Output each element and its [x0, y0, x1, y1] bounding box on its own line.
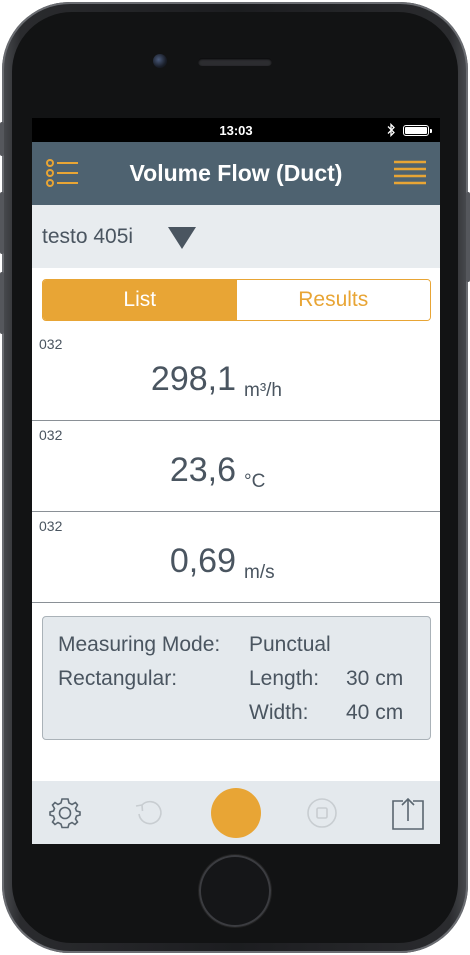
- volume-up-button: [0, 192, 4, 254]
- undo-icon[interactable]: [133, 797, 165, 829]
- reading-unit: °C: [244, 471, 266, 492]
- nav-bar: Volume Flow (Duct): [32, 142, 440, 205]
- width-label: Width:: [249, 701, 309, 724]
- width-value: 40 cm: [346, 701, 404, 724]
- bluetooth-icon: [387, 123, 395, 137]
- channel-label: 032: [39, 518, 63, 534]
- status-bar: 13:03: [32, 118, 440, 142]
- bottom-toolbar: [32, 781, 440, 844]
- gear-icon[interactable]: [48, 796, 82, 830]
- reading-row: 032 23,6 °C: [32, 421, 440, 512]
- length-label: Length:: [249, 667, 320, 690]
- app-screen: 13:03 Volume Flow (Duct) testo 405i List…: [32, 118, 440, 844]
- view-tabs: List Results: [42, 279, 431, 321]
- measuring-mode-label: Measuring Mode:: [58, 633, 221, 656]
- power-button: [466, 192, 470, 282]
- earpiece-speaker: [198, 58, 272, 66]
- device-selector[interactable]: testo 405i: [32, 205, 440, 268]
- battery-icon: [403, 125, 432, 136]
- channel-label: 032: [39, 427, 63, 443]
- mute-switch: [0, 122, 4, 156]
- length-value: 30 cm: [346, 667, 404, 690]
- reading-row: 032 0,69 m/s: [32, 512, 440, 603]
- reading-unit: m³/h: [244, 380, 282, 401]
- home-button[interactable]: [199, 855, 271, 927]
- list-icon[interactable]: [44, 156, 80, 190]
- tab-list[interactable]: List: [43, 280, 237, 320]
- front-camera: [153, 54, 167, 68]
- triangle-down-icon: [168, 227, 196, 249]
- measurement-info-panel: Measuring Mode: Punctual Rectangular: Le…: [42, 616, 431, 740]
- stop-icon[interactable]: [306, 797, 338, 829]
- shape-label: Rectangular:: [58, 667, 178, 690]
- page-title: Volume Flow (Duct): [129, 160, 343, 186]
- menu-icon[interactable]: [392, 156, 428, 190]
- tab-results[interactable]: Results: [236, 280, 430, 320]
- reading-value: 298,1: [150, 360, 236, 398]
- reading-value: 23,6: [169, 451, 236, 489]
- reading-unit: m/s: [244, 562, 275, 583]
- status-time: 13:03: [219, 123, 253, 138]
- channel-label: 032: [39, 336, 63, 352]
- share-icon[interactable]: [391, 795, 425, 831]
- reading-row: 032 298,1 m³/h: [32, 330, 440, 421]
- record-button[interactable]: [211, 788, 261, 838]
- measuring-mode-value: Punctual: [249, 633, 331, 656]
- reading-value: 0,69: [169, 542, 236, 580]
- volume-down-button: [0, 272, 4, 334]
- device-name: testo 405i: [42, 225, 134, 248]
